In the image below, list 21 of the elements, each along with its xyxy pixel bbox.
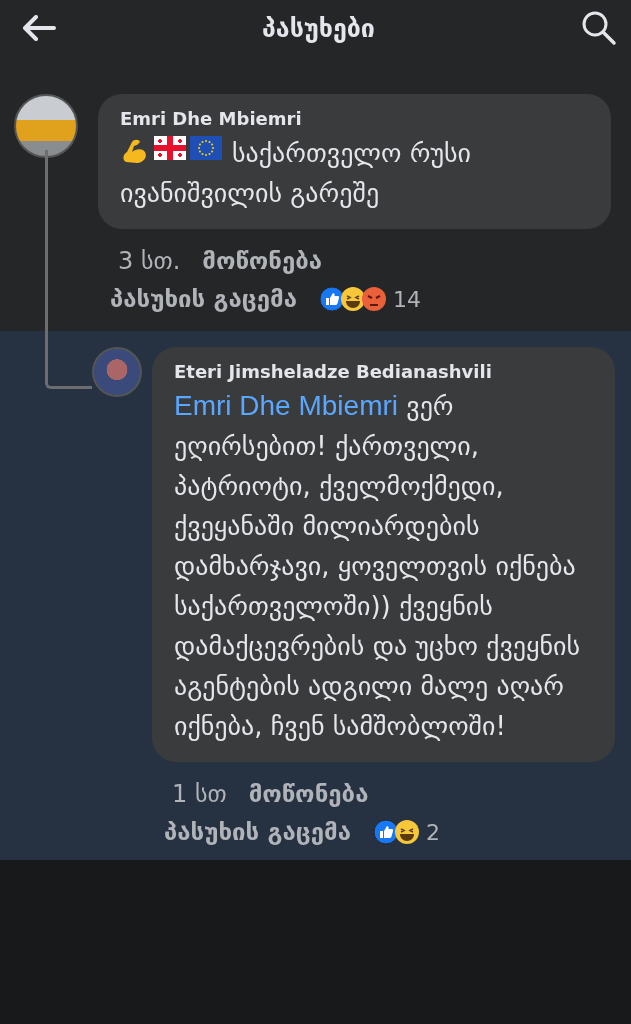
reply-link[interactable]: პასუხის გაცემა	[164, 818, 351, 846]
comment-time: 1 სთ	[172, 780, 227, 808]
comment-time: 3 სთ.	[118, 247, 181, 275]
eu-flag-icon	[190, 136, 222, 160]
laughing-reaction-icon	[393, 819, 420, 845]
like-reaction-icon	[372, 819, 399, 845]
angry-reaction-icon	[360, 286, 387, 312]
reply-link[interactable]: პასუხის გაცემა	[110, 285, 297, 313]
like-reaction-icon	[318, 286, 345, 312]
like-link[interactable]: მოწონება	[202, 247, 323, 275]
georgia-flag-icon	[154, 136, 186, 160]
author-name[interactable]: Emri Dhe Mbiemri	[120, 108, 589, 129]
author-name[interactable]: Eteri Jimsheladze Bedianashvili	[174, 361, 593, 382]
reaction-count: 2	[425, 819, 440, 845]
like-link[interactable]: მოწონება	[248, 780, 369, 808]
mention-link[interactable]: Emri Dhe Mbiemri	[174, 390, 399, 421]
comment-text: საქართველო რუსი ივანიშვილის გარეშე	[120, 135, 473, 210]
laughing-reaction-icon	[339, 286, 366, 312]
reply-text: Emri Dhe Mbiemri ვერ ეღირსებით! ქართველი, პატრიოტი, ქველმოქმედი, ქვეყანაში მილიარდების დამხარჯავი, ყოველთვის იქნება საქართველოში)) ქვეყნის დამაქცევრების და უცხო ქვეყნის აგენტების ადგილი მალე აღარ იქნება, ჩვენ სამშობლოში!	[174, 389, 582, 743]
reaction-count: 14	[392, 286, 421, 312]
page-title: პასუხები	[262, 13, 375, 43]
